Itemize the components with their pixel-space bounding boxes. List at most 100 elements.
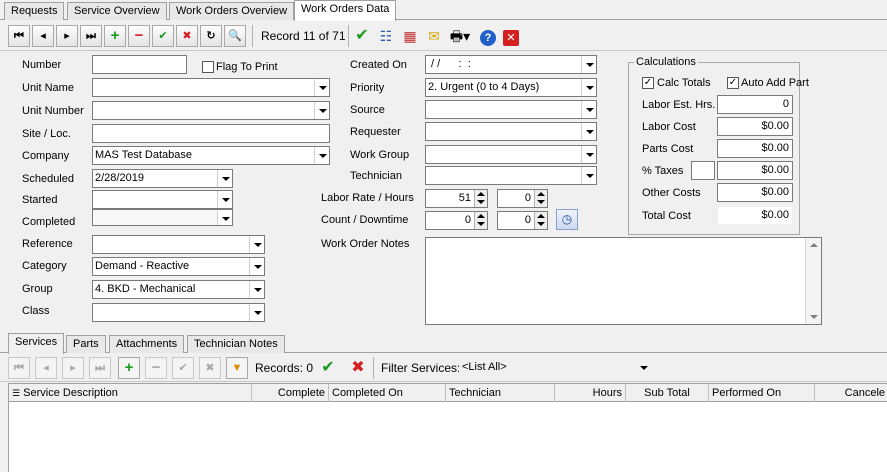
requester-dropdown[interactable] [425,122,597,141]
tab-parts[interactable]: Parts [66,335,106,353]
chevron-down-icon[interactable] [581,146,596,163]
services-reject-button[interactable]: ✖ [348,358,368,378]
column-performed-on[interactable]: Performed On [709,384,815,402]
services-approve-button[interactable]: ✔ [318,358,338,378]
chevron-down-icon[interactable] [249,236,264,253]
auto-add-part-checkbox[interactable]: ✓ [727,77,739,89]
services-add-button[interactable]: + [118,357,140,379]
column-technician[interactable]: Technician [446,384,555,402]
next-record-button[interactable]: ▸ [56,25,78,47]
refresh-button[interactable]: ↻ [200,25,222,47]
spinner-arrows-icon[interactable] [474,190,487,207]
work-order-notes-textarea[interactable] [425,237,822,325]
parts-cost-field[interactable]: $0.00 [717,139,793,158]
started-date-picker[interactable] [92,190,233,209]
created-on-date-picker[interactable]: / / : : [425,55,597,74]
services-previous-button[interactable]: ◂ [35,357,57,379]
other-costs-field[interactable]: $0.00 [717,183,793,202]
chevron-down-icon[interactable] [217,170,232,187]
unit-name-dropdown[interactable] [92,78,330,97]
tab-services[interactable]: Services [8,333,65,354]
chevron-down-icon[interactable] [581,56,596,73]
spinner-arrows-icon[interactable] [534,190,547,207]
chevron-down-icon[interactable] [581,123,596,140]
class-dropdown[interactable] [92,303,265,322]
taxes-percent-field[interactable] [691,161,715,180]
technician-dropdown[interactable] [425,166,597,185]
delete-record-button[interactable]: − [128,25,150,47]
labor-est-hrs-field[interactable]: 0 [717,95,793,114]
approve-button[interactable]: ✔ [352,26,372,46]
flag-to-print-checkbox[interactable] [202,61,214,73]
services-save-button[interactable]: ✔ [172,357,194,379]
site-field[interactable] [92,124,330,143]
column-canceled[interactable]: Cancele [815,384,887,402]
help-button[interactable]: ? [478,26,498,46]
column-service-description[interactable]: ☰ Service Description [9,384,252,402]
previous-record-button[interactable]: ◂ [32,25,54,47]
completed-date-picker[interactable] [92,209,233,226]
column-hours[interactable]: Hours [555,384,626,402]
category-dropdown[interactable]: Demand - Reactive [92,257,265,276]
chevron-down-icon[interactable] [249,258,264,275]
tab-requests[interactable]: Requests [4,2,65,20]
scheduled-date-picker[interactable]: 2/28/2019 [92,169,233,188]
spinner-arrows-icon[interactable] [534,212,547,229]
spinner-arrows-icon[interactable] [474,212,487,229]
number-field[interactable] [92,55,187,74]
group-dropdown[interactable]: 4. BKD - Mechanical [92,280,265,299]
chevron-down-icon[interactable] [249,281,264,298]
calc-totals-checkbox[interactable]: ✓ [642,77,654,89]
add-record-button[interactable]: + [104,25,126,47]
services-first-button[interactable]: ⏮ [8,357,30,379]
notes-scrollbar[interactable] [805,238,821,324]
column-chooser-icon[interactable]: ☰ [12,388,20,398]
services-next-button[interactable]: ▸ [62,357,84,379]
services-last-button[interactable]: ⏭ [89,357,111,379]
search-button[interactable]: 🔍 [224,25,246,47]
chevron-down-icon[interactable] [581,79,596,96]
work-group-dropdown[interactable] [425,145,597,164]
services-cancel-button[interactable]: ✖ [199,357,221,379]
chevron-down-icon[interactable] [217,191,232,208]
labor-cost-field[interactable]: $0.00 [717,117,793,136]
company-dropdown[interactable]: MAS Test Database [92,146,330,165]
source-dropdown[interactable] [425,100,597,119]
email-button[interactable]: ✉ [424,26,444,46]
chevron-down-icon[interactable] [314,79,329,96]
services-delete-button[interactable]: − [145,357,167,379]
list-tasks-button[interactable]: ☷ [376,26,396,46]
tab-technician-notes[interactable]: Technician Notes [187,335,285,353]
filter-services-dropdown[interactable]: <List All> [459,358,652,376]
labor-hours-spinner[interactable]: 0 [497,189,548,208]
chevron-down-icon[interactable] [314,102,329,119]
first-record-button[interactable]: ⏮ [8,25,30,47]
unit-number-dropdown[interactable] [92,101,330,120]
downtime-spinner[interactable]: 0 [497,211,548,230]
column-complete[interactable]: Complete [252,384,329,402]
count-spinner[interactable]: 0 [425,211,488,230]
tab-work-orders-overview[interactable]: Work Orders Overview [169,2,295,20]
close-button[interactable]: ✕ [501,26,521,46]
taxes-field[interactable]: $0.00 [717,161,793,180]
print-button[interactable]: 🖶▾ [447,26,473,46]
last-record-button[interactable]: ⏭ [80,25,102,47]
services-filter-button[interactable]: ▼ [226,357,248,379]
reference-dropdown[interactable] [92,235,265,254]
chevron-down-icon[interactable] [581,101,596,118]
chevron-down-icon[interactable] [636,359,651,375]
cancel-edit-button[interactable]: ✖ [176,25,198,47]
tab-service-overview[interactable]: Service Overview [67,2,167,20]
downtime-calculator-button[interactable]: ◷ [556,209,578,230]
column-sub-total[interactable]: Sub Total [626,384,709,402]
chevron-down-icon[interactable] [249,304,264,321]
chevron-down-icon[interactable] [581,167,596,184]
labor-rate-spinner[interactable]: 51 [425,189,488,208]
tab-attachments[interactable]: Attachments [109,335,185,353]
chevron-down-icon[interactable] [217,210,232,225]
tab-work-orders-data[interactable]: Work Orders Data [294,0,397,21]
save-record-button[interactable]: ✔ [152,25,174,47]
calendar-button[interactable]: ▦ [400,26,420,46]
column-completed-on[interactable]: Completed On [329,384,446,402]
chevron-down-icon[interactable] [314,147,329,164]
